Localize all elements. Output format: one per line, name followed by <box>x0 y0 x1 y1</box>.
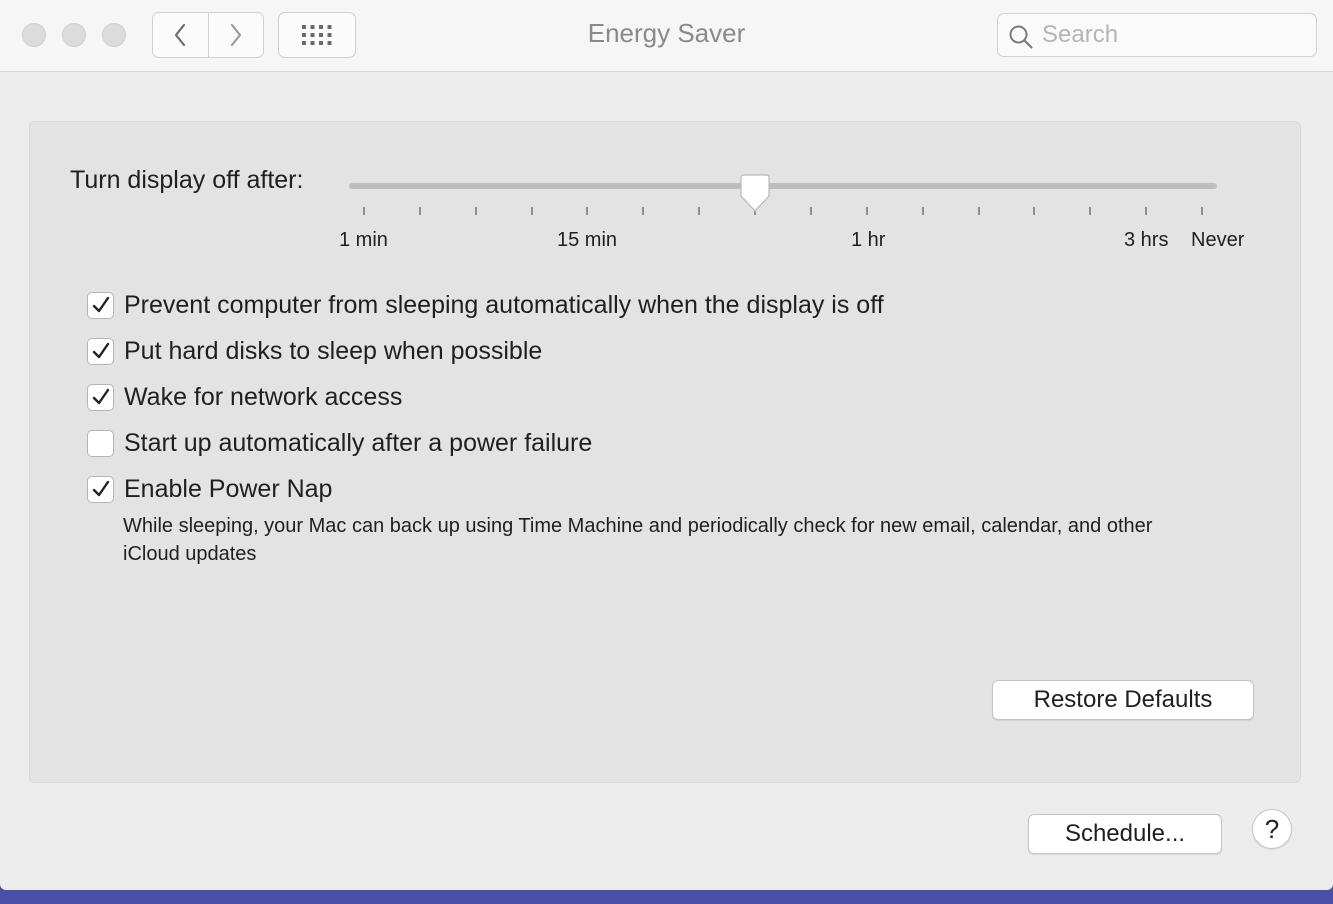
zoom-window-button[interactable] <box>102 23 126 47</box>
slider-tick <box>1201 207 1203 215</box>
slider-tick <box>475 207 477 215</box>
restore-defaults-button[interactable]: Restore Defaults <box>992 680 1254 720</box>
hard-disk-sleep-label: Put hard disks to sleep when possible <box>124 336 543 365</box>
help-button[interactable]: ? <box>1252 809 1292 849</box>
energy-saver-window: Energy Saver Turn display off after: <box>0 0 1333 890</box>
grid-icon <box>302 25 332 45</box>
prevent-sleep-checkbox[interactable] <box>87 291 114 319</box>
auto-startup-option[interactable]: Start up automatically after a power fai… <box>87 428 592 458</box>
power-nap-option[interactable]: Enable Power Nap <box>87 474 332 504</box>
forward-button[interactable] <box>207 13 264 57</box>
tick-label-1-hr: 1 hr <box>851 229 886 251</box>
checkmark-icon <box>92 342 109 359</box>
slider-tick <box>642 207 644 215</box>
tick-label-1-min: 1 min <box>339 229 388 251</box>
tick-label-15-min: 15 min <box>557 229 618 251</box>
checkmark-icon <box>92 296 109 313</box>
chevron-left-icon <box>175 23 186 47</box>
back-button[interactable] <box>153 13 208 57</box>
search-icon <box>1009 25 1033 49</box>
slider-tick <box>1145 207 1147 215</box>
prevent-sleep-label: Prevent computer from sleeping automatic… <box>124 290 884 319</box>
prevent-sleep-option[interactable]: Prevent computer from sleeping automatic… <box>87 290 884 320</box>
slider-tick <box>978 207 980 215</box>
show-all-button[interactable] <box>278 12 356 58</box>
hard-disk-sleep-checkbox[interactable] <box>87 337 114 365</box>
navigation-buttons <box>152 12 264 58</box>
slider-tick <box>698 207 700 215</box>
slider-tick <box>922 207 924 215</box>
title-bar: Energy Saver <box>0 0 1333 72</box>
tick-label-never: Never <box>1191 229 1245 251</box>
slider-tick <box>866 207 868 215</box>
checkmark-icon <box>92 480 109 497</box>
checkmark-icon <box>92 388 109 405</box>
display-sleep-label: Turn display off after: <box>70 166 304 194</box>
power-nap-checkbox[interactable] <box>87 475 114 503</box>
auto-startup-checkbox[interactable] <box>87 429 114 457</box>
wake-network-checkbox[interactable] <box>87 383 114 411</box>
auto-startup-label: Start up automatically after a power fai… <box>124 428 593 457</box>
minimize-window-button[interactable] <box>62 23 86 47</box>
slider-tick <box>586 207 588 215</box>
power-nap-description: While sleeping, your Mac can back up usi… <box>123 515 1153 565</box>
display-sleep-slider-thumb[interactable] <box>738 174 772 219</box>
hard-disk-sleep-option[interactable]: Put hard disks to sleep when possible <box>87 336 542 366</box>
chevron-right-icon <box>230 23 241 47</box>
schedule-button[interactable]: Schedule... <box>1028 814 1222 854</box>
wake-network-option[interactable]: Wake for network access <box>87 382 402 412</box>
close-window-button[interactable] <box>22 23 46 47</box>
slider-tick <box>419 207 421 215</box>
slider-tick <box>1033 207 1035 215</box>
search-input[interactable] <box>1042 18 1306 52</box>
search-field[interactable] <box>997 13 1317 57</box>
tick-label-3-hrs: 3 hrs <box>1124 229 1169 251</box>
slider-tick <box>531 207 533 215</box>
slider-tick <box>363 207 365 215</box>
wake-network-label: Wake for network access <box>124 382 403 411</box>
power-nap-label: Enable Power Nap <box>124 474 333 503</box>
slider-tick <box>1089 207 1091 215</box>
slider-tick <box>810 207 812 215</box>
display-sleep-slider-track[interactable] <box>349 183 1217 189</box>
